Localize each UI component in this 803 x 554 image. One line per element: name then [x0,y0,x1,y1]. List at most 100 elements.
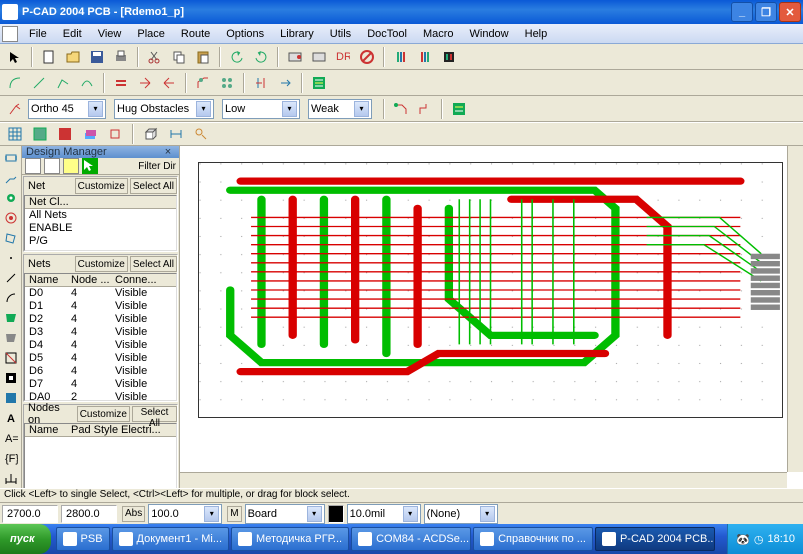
ortho-combo[interactable]: Ortho 45▾ [28,99,106,119]
table-row[interactable]: D54Visible [25,352,176,365]
fanout-1-button[interactable] [134,72,156,94]
menu-utils[interactable]: Utils [323,27,358,41]
menu-edit[interactable]: Edit [56,27,89,41]
view-nets-button[interactable] [54,123,76,145]
net-customize-button[interactable]: Customize [75,178,128,194]
new-button[interactable] [38,46,60,68]
place-component-button[interactable] [0,148,22,167]
macro-play-button[interactable] [308,46,330,68]
view-grid-button[interactable] [4,123,26,145]
layers-2-button[interactable] [414,46,436,68]
bias-combo[interactable]: Weak▾ [308,99,372,119]
nets-col-node[interactable]: Node ... [71,274,115,286]
filter-dir-label[interactable]: Filter Dir [138,161,176,172]
place-line-button[interactable] [28,72,50,94]
abs-button[interactable]: Abs [122,506,145,522]
browse-button[interactable] [190,123,212,145]
print-button[interactable] [110,46,132,68]
nodes-col-pad[interactable]: Pad Style [71,424,121,436]
place-poly-button[interactable] [52,72,74,94]
place-dimension-button[interactable] [0,469,22,488]
tray-icon[interactable]: ◷ [754,533,764,546]
menu-help[interactable]: Help [518,27,555,41]
menu-view[interactable]: View [91,27,129,41]
layer-color-swatch[interactable] [328,505,344,523]
stop-button[interactable] [356,46,378,68]
place-copper-button[interactable] [0,309,22,328]
redo-button[interactable] [250,46,272,68]
nets-col-name[interactable]: Name [29,274,71,286]
nets-customize-button[interactable]: Customize [75,256,128,272]
push-button[interactable] [250,72,272,94]
obstacle-combo[interactable]: Hug Obstacles▾ [114,99,214,119]
minimize-button[interactable]: _ [731,2,753,22]
fanout-2-button[interactable] [158,72,180,94]
taskbar-button[interactable]: P-CAD 2004 PCB... [595,527,715,551]
undo-button[interactable] [226,46,248,68]
nodes-selectall-button[interactable]: Select All [132,406,177,422]
menu-doctool[interactable]: DocTool [360,27,414,41]
menu-macro[interactable]: Macro [416,27,461,41]
coord-y[interactable]: 2800.0 [61,505,117,523]
copy-button[interactable] [168,46,190,68]
m-button[interactable]: M [227,506,241,522]
grid-combo[interactable]: 100.0▾ [148,504,222,524]
place-plane-button[interactable] [0,369,22,388]
place-arc-button[interactable] [4,72,26,94]
place-field-button[interactable]: {F} [0,449,22,468]
vertical-scrollbar[interactable] [787,146,803,472]
design-manager-title[interactable]: Design Manager × [22,146,179,158]
autoroute-settings-button[interactable] [448,98,470,120]
miter-button[interactable] [192,72,214,94]
net-list[interactable]: Net Cl... All Nets ENABLE P/G [24,195,177,251]
menu-library[interactable]: Library [273,27,321,41]
table-row[interactable]: D74Visible [25,378,176,391]
place-keepout-button[interactable] [0,349,22,368]
dm-tool-1[interactable] [25,158,41,174]
style-combo[interactable]: (None)▾ [424,504,498,524]
place-bus-button[interactable] [110,72,132,94]
place-text-button[interactable]: A [0,409,22,428]
mdi-icon[interactable] [2,26,18,42]
macro-record-button[interactable] [284,46,306,68]
table-row[interactable]: D64Visible [25,365,176,378]
place-arc2-button[interactable] [76,72,98,94]
dm-tool-2[interactable] [44,158,60,174]
select-tool[interactable] [4,46,26,68]
table-row[interactable]: DA02Visible [25,391,176,401]
system-tray[interactable]: 🐼 ◷ 18:10 [727,524,803,554]
dimension-button[interactable] [165,123,187,145]
layers-3-button[interactable] [438,46,460,68]
nodes-customize-button[interactable]: Customize [77,406,130,422]
view-3d-button[interactable] [140,123,162,145]
taskbar-button[interactable]: Документ1 - Mi... [112,527,229,551]
table-row[interactable]: D44Visible [25,339,176,352]
layers-1-button[interactable] [390,46,412,68]
open-button[interactable] [62,46,84,68]
pcb-canvas[interactable] [180,146,803,488]
paste-button[interactable] [192,46,214,68]
dm-tool-3[interactable] [63,158,79,174]
tray-icon[interactable]: 🐼 [736,533,750,546]
view-assembly-button[interactable] [104,123,126,145]
save-button[interactable] [86,46,108,68]
start-button[interactable]: пуск [0,524,51,554]
nodes-list[interactable]: Name Pad Style Electri... [24,423,177,488]
place-line-tool[interactable] [0,268,22,287]
place-via-button[interactable] [0,188,22,207]
cut-button[interactable] [144,46,166,68]
route-mode-button[interactable] [4,98,26,120]
dm-tool-4[interactable] [82,158,98,174]
coord-x[interactable]: 2700.0 [2,505,58,523]
view-layers-button[interactable] [79,123,101,145]
nodes-col-electri[interactable]: Electri... [121,424,172,436]
taskbar-button[interactable]: Методичка РГР... [231,527,349,551]
shove-button[interactable] [274,72,296,94]
close-button[interactable]: ✕ [779,2,801,22]
place-pad-button[interactable] [0,208,22,227]
nets-list[interactable]: Name Node ... Conne... D04VisibleD14Visi… [24,273,177,401]
net-selectall-button[interactable]: Select All [130,178,177,194]
nets-selectall-button[interactable]: Select All [130,256,177,272]
taskbar-button[interactable]: PSB [56,527,110,551]
place-arc-tool[interactable] [0,288,22,307]
